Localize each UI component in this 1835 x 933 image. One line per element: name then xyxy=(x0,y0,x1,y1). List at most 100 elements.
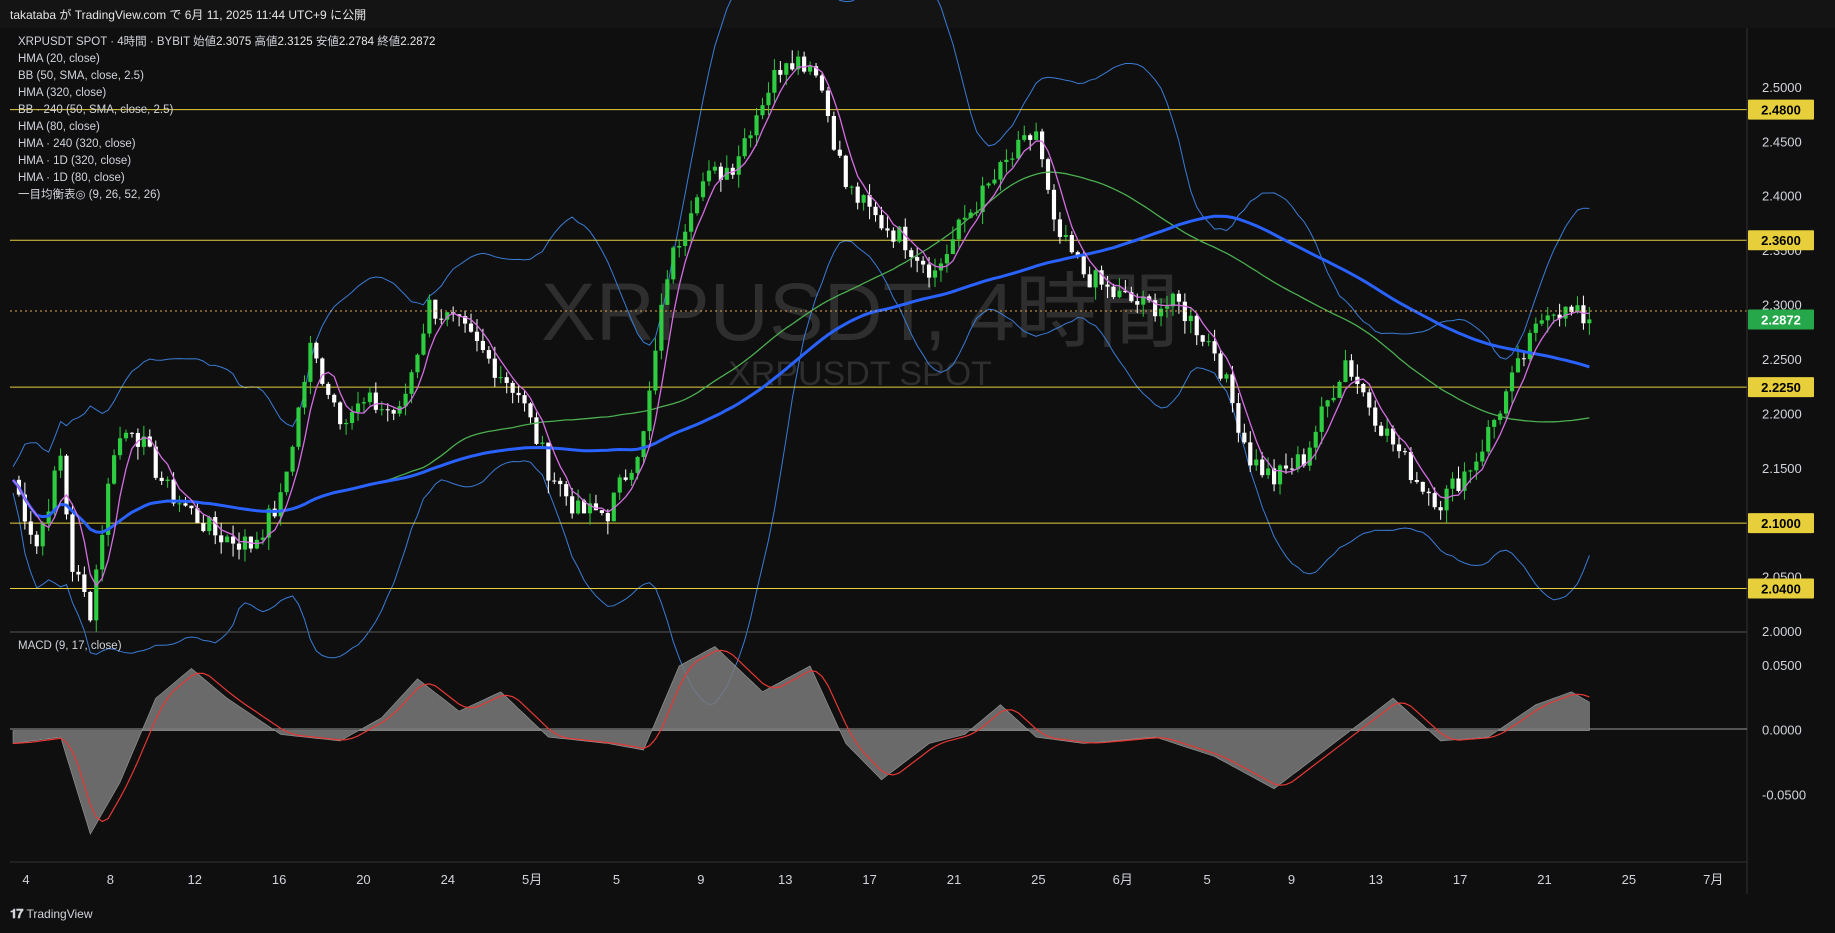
candle-body xyxy=(1254,459,1259,466)
candle-body xyxy=(849,186,854,188)
candle-body xyxy=(778,70,783,75)
candle-body xyxy=(1022,135,1027,140)
candle-body xyxy=(962,217,967,220)
candle-body xyxy=(1158,308,1164,317)
candle-body xyxy=(825,90,831,117)
candle-body xyxy=(28,521,33,535)
indicator-row[interactable]: HMA (20, close) xyxy=(18,51,435,68)
macd-tick-label: 0.0000 xyxy=(1762,723,1802,738)
candle-body xyxy=(1010,158,1015,160)
candle-body xyxy=(320,358,325,384)
candle-body xyxy=(706,170,712,182)
open-value: 2.3075 xyxy=(216,36,252,48)
low-label: 安値 xyxy=(315,36,339,48)
time-tick-label: 13 xyxy=(1369,872,1383,887)
candle-body xyxy=(498,377,503,379)
candle-body xyxy=(1230,374,1235,404)
candle-body xyxy=(1563,306,1568,319)
candle-body xyxy=(1028,135,1033,140)
price-badge-label: 2.2250 xyxy=(1761,380,1801,395)
candle-body xyxy=(510,382,515,393)
candle-body xyxy=(1105,284,1110,287)
candle-body xyxy=(1533,323,1538,333)
candle-body xyxy=(932,270,938,278)
candle-body xyxy=(100,534,105,570)
candle-body xyxy=(873,206,878,216)
indicator-row[interactable]: HMA (80, close) xyxy=(18,119,435,136)
candle-body xyxy=(992,179,997,184)
candle-body xyxy=(367,392,372,403)
candle-body xyxy=(439,318,444,320)
candle-body xyxy=(129,432,135,434)
candle-body xyxy=(1004,159,1009,163)
indicator-row[interactable]: HMA · 1D (320, close) xyxy=(18,153,435,170)
candle-body xyxy=(766,92,771,106)
candle-body xyxy=(314,342,319,359)
indicator-row[interactable]: BB · 240 (50, SMA, close, 2.5) xyxy=(18,102,435,119)
candle-body xyxy=(332,394,337,403)
candle-body xyxy=(290,446,295,472)
candle-body xyxy=(183,503,188,506)
indicator-row[interactable]: 一目均衡表◎ (9, 26, 52, 26) xyxy=(18,187,435,204)
candle-body xyxy=(926,264,932,278)
candle-body xyxy=(1135,301,1140,305)
candle-body xyxy=(58,455,63,471)
candle-body xyxy=(855,186,860,203)
candle-body xyxy=(76,571,81,575)
chart-legend: XRPUSDT SPOT · 4時間 · BYBIT 始値2.3075 高値2.… xyxy=(18,34,435,204)
candle-body xyxy=(1515,358,1521,373)
candle-body xyxy=(385,409,390,411)
candle-body xyxy=(373,392,378,410)
candle-body xyxy=(599,510,604,514)
candle-body xyxy=(1587,319,1592,324)
candle-body xyxy=(558,480,563,485)
indicator-row[interactable]: HMA · 1D (80, close) xyxy=(18,170,435,187)
candle-body xyxy=(1438,507,1443,511)
candle-body xyxy=(671,247,676,280)
candle-body xyxy=(1248,442,1253,466)
time-tick-label: 24 xyxy=(441,872,455,887)
candle-body xyxy=(712,166,717,171)
candle-body xyxy=(903,226,908,251)
candle-body xyxy=(1087,274,1092,288)
candle-body xyxy=(1016,139,1021,159)
candle-body xyxy=(576,500,581,514)
time-tick-label: 9 xyxy=(1288,872,1295,887)
candle-body xyxy=(1040,131,1045,160)
candle-body xyxy=(772,70,777,93)
candle-body xyxy=(504,377,509,383)
candle-body xyxy=(1343,360,1348,382)
candle-body xyxy=(296,407,301,447)
indicator-row[interactable]: BB (50, SMA, close, 2.5) xyxy=(18,68,435,85)
candle-body xyxy=(843,155,848,187)
candle-body xyxy=(1224,374,1229,379)
candle-body xyxy=(117,438,123,456)
candle-body xyxy=(641,431,646,458)
candle-body xyxy=(189,505,194,509)
candle-body xyxy=(284,471,289,493)
indicator-row[interactable]: HMA · 240 (320, close) xyxy=(18,136,435,153)
footer-brand[interactable]: 𝟏𝟕 TradingView xyxy=(10,906,93,922)
time-tick-label: 8 xyxy=(107,872,114,887)
tradingview-logo-icon: 𝟏𝟕 xyxy=(10,906,24,921)
candle-body xyxy=(784,63,789,75)
candle-body xyxy=(1260,459,1265,476)
candle-body xyxy=(1361,384,1366,393)
symbol-line: XRPUSDT SPOT · 4時間 · BYBIT xyxy=(18,36,190,48)
symbol-ohlc-row[interactable]: XRPUSDT SPOT · 4時間 · BYBIT 始値2.3075 高値2.… xyxy=(18,34,435,51)
indicator-row[interactable]: HMA (320, close) xyxy=(18,85,435,102)
macd-label[interactable]: MACD (9, 17, close) xyxy=(18,640,122,652)
time-tick-label: 25 xyxy=(1622,872,1636,887)
time-tick-label: 12 xyxy=(187,872,201,887)
candle-body xyxy=(998,162,1003,180)
close-label: 終値 xyxy=(377,36,401,48)
candle-body xyxy=(540,442,545,444)
candle-body xyxy=(605,513,610,522)
candle-body xyxy=(700,181,706,198)
candle-body xyxy=(1307,447,1312,466)
candle-body xyxy=(522,395,527,404)
candle-body xyxy=(1456,478,1461,491)
brand-name: TradingView xyxy=(26,907,93,921)
candle-body xyxy=(1486,426,1491,452)
candle-body xyxy=(617,477,622,493)
